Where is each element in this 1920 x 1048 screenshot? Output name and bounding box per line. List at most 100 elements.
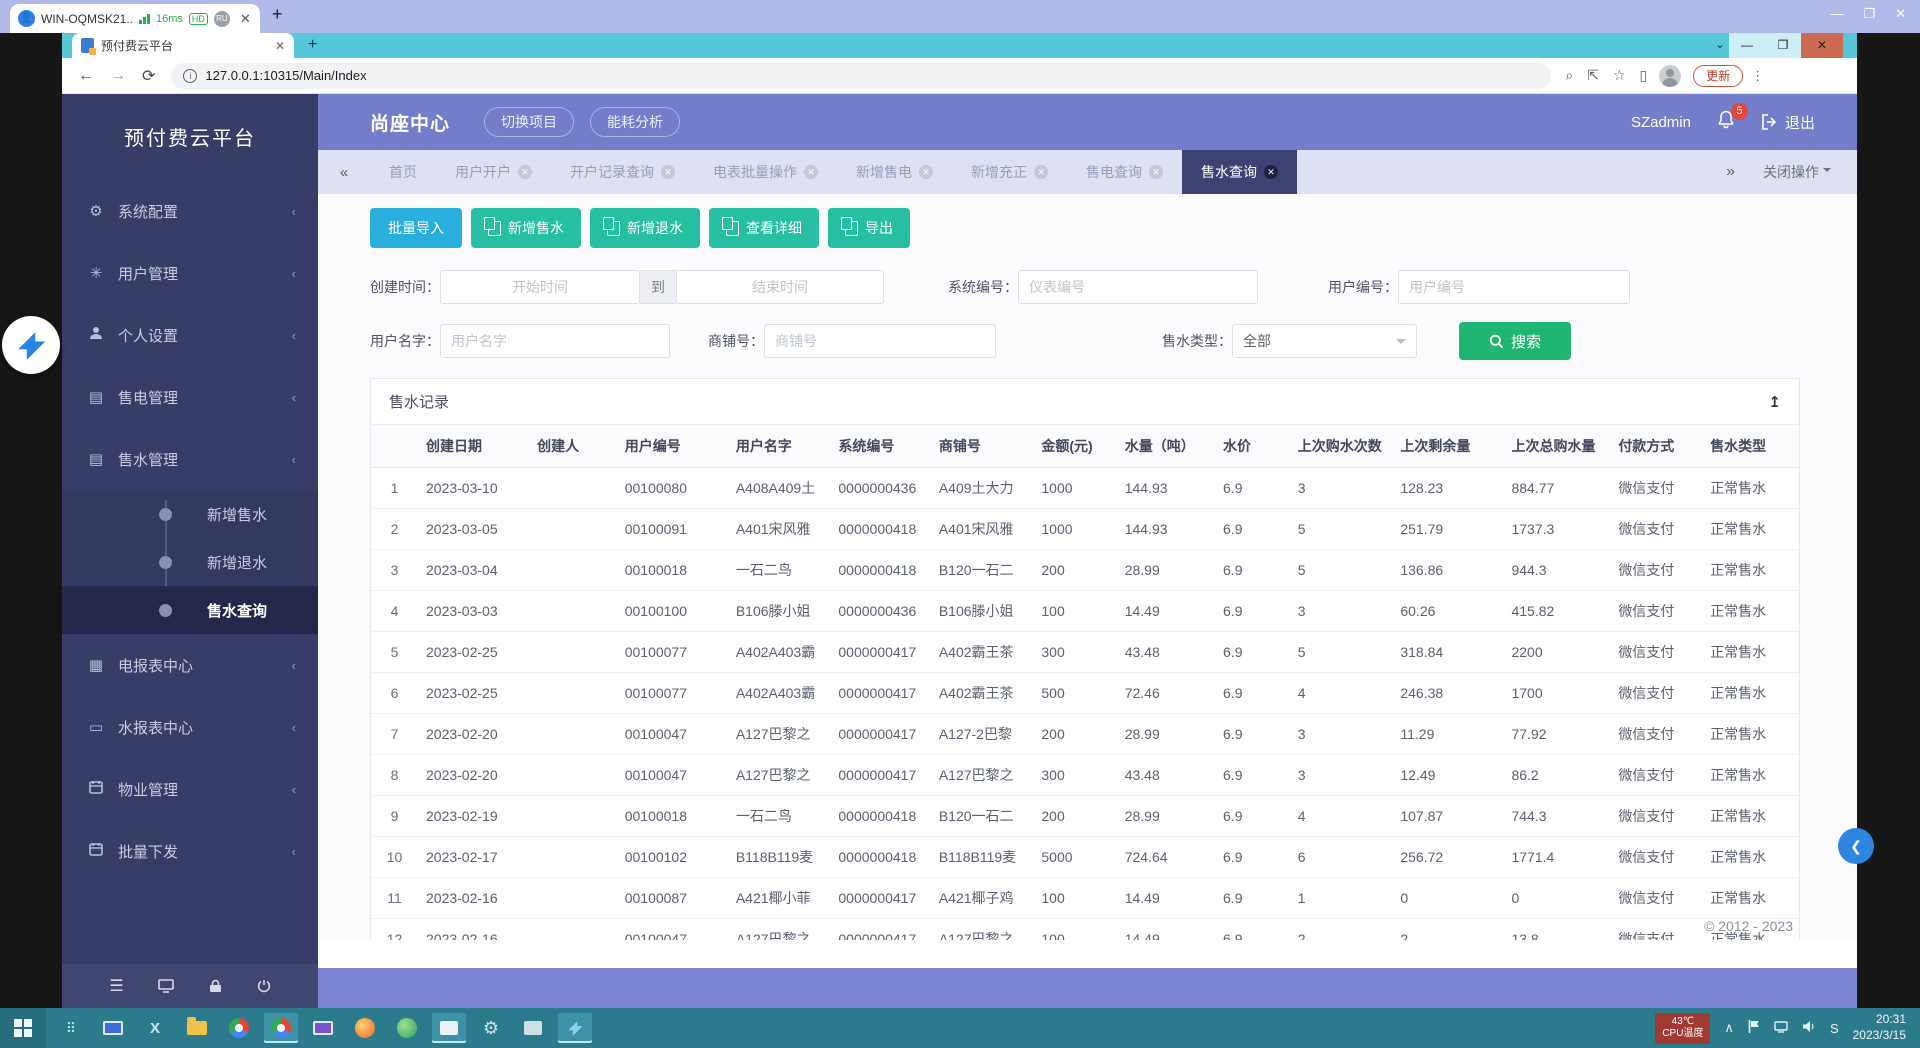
- submenu-item-water-sale-query[interactable]: 售水查询: [62, 586, 318, 634]
- tabs-scroll-left-icon[interactable]: «: [318, 150, 370, 194]
- close-operations-dropdown[interactable]: 关闭操作: [1763, 162, 1831, 182]
- remote-minimize-button[interactable]: —: [1830, 6, 1843, 22]
- tab-open-account[interactable]: 用户开户✕: [436, 150, 551, 194]
- reload-icon[interactable]: ⟳: [142, 66, 155, 86]
- tray-expand-icon[interactable]: ∧: [1724, 1020, 1734, 1036]
- taskbar-icon-chrome-active[interactable]: [264, 1013, 298, 1043]
- start-button[interactable]: [0, 1008, 46, 1048]
- profile-avatar[interactable]: [1659, 65, 1681, 87]
- power-icon[interactable]: [257, 979, 271, 993]
- shop-no-input[interactable]: [764, 324, 996, 358]
- tab-home[interactable]: 首页: [370, 150, 436, 194]
- logout-button[interactable]: 退出: [1761, 112, 1815, 133]
- forward-icon[interactable]: →: [110, 67, 126, 85]
- table-row[interactable]: 122023-02-1600100047A127巴黎之0000000417A12…: [371, 918, 1800, 940]
- taskbar-icon-explorer[interactable]: [180, 1013, 214, 1043]
- end-time-input[interactable]: [676, 270, 884, 304]
- tab-close-icon[interactable]: ✕: [518, 165, 532, 179]
- sidebar-item-water-sales[interactable]: ▤ 售水管理 ‹: [62, 428, 318, 490]
- tab-close-icon[interactable]: ✕: [1264, 165, 1278, 179]
- sidebar-item-system-config[interactable]: ⚙ 系统配置 ‹: [62, 180, 318, 242]
- taskbar-icon-grid[interactable]: ⠿: [54, 1013, 88, 1043]
- table-row[interactable]: 12023-03-1000100080A408A409土0000000436A4…: [371, 467, 1800, 508]
- user-name-input[interactable]: [440, 324, 670, 358]
- sidebar-item-property-management[interactable]: 物业管理 ‹: [62, 758, 318, 820]
- sidebar-item-electric-report-center[interactable]: ▦ 电报表中心 ‹: [62, 634, 318, 696]
- submenu-item-add-water-refund[interactable]: 新增退水: [62, 538, 318, 586]
- sidebar-item-water-report-center[interactable]: ▭ 水报表中心 ‹: [62, 696, 318, 758]
- tab-search-chevron-icon[interactable]: ⌄: [1715, 37, 1725, 51]
- add-water-sale-button[interactable]: 新增售水: [471, 208, 581, 248]
- remote-maximize-button[interactable]: ❐: [1863, 6, 1875, 22]
- table-row[interactable]: 102023-02-1700100102B118B119麦0000000418B…: [371, 836, 1800, 877]
- remote-desktop-tab[interactable]: 👤 WIN-OQMSK21... 16ms HD RU ✕: [10, 4, 260, 33]
- tray-ime-icon[interactable]: S: [1830, 1021, 1839, 1036]
- tab-close-icon[interactable]: ✕: [661, 165, 675, 179]
- tab-electricity-sale-query[interactable]: 售电查询✕: [1067, 150, 1182, 194]
- taskbar-clock[interactable]: 20:31 2023/3/15: [1853, 1012, 1906, 1043]
- taskbar-icon-terminal[interactable]: X: [138, 1013, 172, 1043]
- system-no-input[interactable]: [1018, 270, 1258, 304]
- user-no-input[interactable]: [1398, 270, 1630, 304]
- sidebar-item-batch-dispatch[interactable]: 批量下发 ‹: [62, 820, 318, 882]
- sidebar-item-electricity-sales[interactable]: ▤ 售电管理 ‹: [62, 366, 318, 428]
- floating-toolbar-handle[interactable]: ❮: [1838, 828, 1874, 864]
- tab-close-icon[interactable]: ✕: [1149, 165, 1163, 179]
- table-row[interactable]: 22023-03-0500100091A401宋风雅0000000418A401…: [371, 508, 1800, 549]
- sidebar-item-personal-settings[interactable]: 个人设置 ‹: [62, 304, 318, 366]
- tab-close-icon[interactable]: ✕: [804, 165, 818, 179]
- batch-import-button[interactable]: 批量导入: [370, 208, 462, 248]
- table-row[interactable]: 92023-02-1900100018一石二鸟0000000418B120一石二…: [371, 795, 1800, 836]
- browser-update-button[interactable]: 更新: [1693, 65, 1743, 87]
- switch-project-button[interactable]: 切换项目: [484, 107, 574, 137]
- lock-icon[interactable]: [209, 979, 222, 993]
- tab-close-icon[interactable]: ✕: [1034, 165, 1048, 179]
- window-close-button[interactable]: ✕: [1801, 33, 1843, 58]
- table-row[interactable]: 82023-02-2000100047A127巴黎之0000000417A127…: [371, 754, 1800, 795]
- sidebar-item-user-management[interactable]: ✳ 用户管理 ‹: [62, 242, 318, 304]
- monitor-icon[interactable]: [158, 979, 174, 993]
- table-row[interactable]: 72023-02-2000100047A127巴黎之0000000417A127…: [371, 713, 1800, 754]
- add-water-refund-button[interactable]: 新增退水: [590, 208, 700, 248]
- tab-close-icon[interactable]: ✕: [919, 165, 933, 179]
- tab-open-record-query[interactable]: 开户记录查询✕: [551, 150, 694, 194]
- table-row[interactable]: 42023-03-0300100100B106滕小姐0000000436B106…: [371, 590, 1800, 631]
- collapse-arrow-icon[interactable]: ↥: [1768, 393, 1781, 411]
- tab-meter-batch-ops[interactable]: 电表批量操作✕: [694, 150, 837, 194]
- taskbar-icon-chrome[interactable]: [222, 1013, 256, 1043]
- tray-flag-icon[interactable]: [1748, 1020, 1760, 1036]
- start-time-input[interactable]: [440, 270, 640, 304]
- energy-analysis-button[interactable]: 能耗分析: [590, 107, 680, 137]
- window-minimize-button[interactable]: —: [1729, 33, 1765, 58]
- remote-new-tab-button[interactable]: +: [272, 4, 283, 25]
- tab-water-sale-query[interactable]: 售水查询✕: [1182, 150, 1297, 194]
- remote-tool-floating-ball[interactable]: [2, 316, 60, 374]
- remote-close-button[interactable]: ✕: [1895, 6, 1906, 22]
- browser-tab-close-icon[interactable]: ✕: [275, 39, 285, 53]
- tray-volume-icon[interactable]: [1802, 1020, 1816, 1036]
- browser-menu-icon[interactable]: ⋮: [1751, 68, 1764, 84]
- browser-new-tab-button[interactable]: +: [308, 36, 317, 54]
- address-bar[interactable]: i 127.0.0.1:10315/Main/Index: [171, 63, 1551, 89]
- taskbar-icon-window[interactable]: [432, 1013, 466, 1043]
- taskbar-icon-settings[interactable]: ⚙: [474, 1013, 508, 1043]
- tray-network-icon[interactable]: [1774, 1021, 1788, 1036]
- hamburger-menu-icon[interactable]: ☰: [109, 976, 123, 996]
- taskbar-icon-app-ball[interactable]: [390, 1013, 424, 1043]
- tabs-scroll-right-icon[interactable]: »: [1726, 163, 1735, 181]
- water-sale-type-select[interactable]: 全部: [1232, 324, 1417, 358]
- tab-add-recharge[interactable]: 新增充正✕: [952, 150, 1067, 194]
- taskbar-icon-window2[interactable]: [516, 1013, 550, 1043]
- bookmark-star-icon[interactable]: ☆: [1613, 67, 1626, 84]
- search-button[interactable]: 搜索: [1459, 322, 1571, 360]
- table-row[interactable]: 112023-02-1600100087A421椰小菲0000000417A42…: [371, 877, 1800, 918]
- window-maximize-button[interactable]: ❐: [1765, 33, 1801, 58]
- table-row[interactable]: 62023-02-2500100077A402A403霸0000000417A4…: [371, 672, 1800, 713]
- taskbar-icon-remote-tool[interactable]: [558, 1013, 592, 1043]
- tab-add-electricity-sale[interactable]: 新增售电✕: [837, 150, 952, 194]
- taskbar-icon-viewer[interactable]: [306, 1013, 340, 1043]
- zoom-icon[interactable]: ⌕: [1565, 67, 1573, 84]
- side-panel-icon[interactable]: ▯: [1640, 67, 1648, 84]
- remote-tab-close-icon[interactable]: ✕: [240, 11, 251, 27]
- table-row[interactable]: 32023-03-0400100018一石二鸟0000000418B120一石二…: [371, 549, 1800, 590]
